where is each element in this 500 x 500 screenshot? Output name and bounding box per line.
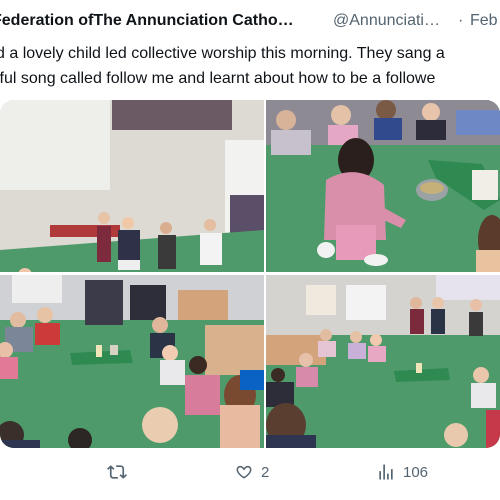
retweet-button[interactable] [107, 462, 134, 482]
photo-4[interactable] [266, 275, 500, 448]
tweet-text-line-2: iful song called follow me and learnt ab… [0, 70, 436, 87]
photo-3[interactable] [0, 275, 264, 448]
media-grid [0, 100, 500, 448]
tweet-text-line-1: d a lovely child led collective worship … [0, 45, 445, 62]
views-chart-icon [379, 464, 393, 480]
views-button[interactable]: 106 [376, 462, 428, 482]
tweet-header: Federation ofThe Annunciation Catho… @An… [0, 12, 500, 36]
like-button[interactable]: 2 [234, 462, 269, 482]
photo-1[interactable] [0, 100, 264, 272]
views-count: 106 [403, 463, 429, 481]
tweet-actions: 2 106 [0, 462, 500, 492]
like-count: 2 [261, 463, 270, 481]
tweet-text: d a lovely child led collective worship … [0, 41, 500, 91]
separator-dot: · [458, 12, 464, 29]
retweet-icon [107, 465, 127, 479]
photo-2[interactable] [266, 100, 500, 272]
post-date[interactable]: Feb [470, 12, 498, 30]
heart-icon [236, 465, 252, 479]
author-handle[interactable]: @Annunciati… [333, 12, 440, 30]
author-name[interactable]: Federation ofThe Annunciation Catho… [0, 12, 294, 30]
